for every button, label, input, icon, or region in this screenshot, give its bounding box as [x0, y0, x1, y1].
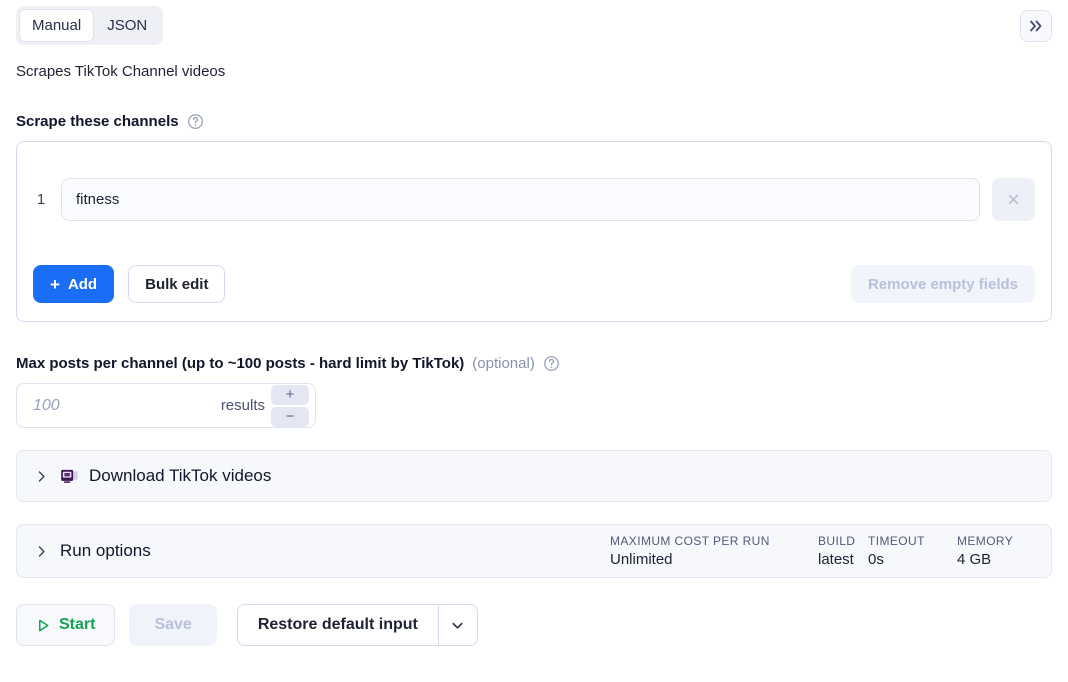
array-actions: + Add Bulk edit Remove empty fields	[33, 265, 1035, 303]
bottom-toolbar: Start Save Restore default input	[16, 604, 1052, 646]
decrement-button[interactable]: −	[271, 406, 309, 427]
stat-value: latest	[818, 551, 854, 568]
stat-value: 4 GB	[957, 551, 992, 568]
help-circle-icon[interactable]	[187, 113, 204, 130]
max-posts-input[interactable]	[31, 395, 221, 416]
help-circle-icon[interactable]	[543, 355, 560, 372]
section-download-tiktok-videos[interactable]: Download TikTok videos	[16, 450, 1052, 502]
chevron-down-icon	[450, 618, 465, 633]
bulk-edit-button[interactable]: Bulk edit	[128, 265, 226, 303]
stat-label: MAXIMUM COST PER RUN	[610, 534, 770, 548]
close-icon	[1006, 192, 1021, 207]
stat-memory: MEMORY 4 GB	[957, 534, 1033, 568]
tab-json[interactable]: JSON	[94, 9, 160, 42]
max-posts-number-field: results + −	[16, 383, 316, 428]
chevrons-right-icon	[1028, 18, 1044, 34]
input-config-page: Manual JSON Scrapes TikTok Channel video…	[0, 0, 1068, 682]
add-button[interactable]: + Add	[33, 265, 115, 303]
stat-label: BUILD	[818, 534, 856, 548]
quantity-stepper: + −	[271, 384, 309, 427]
stat-build: BUILD latest	[818, 534, 868, 568]
save-button[interactable]: Save	[129, 604, 217, 646]
restore-default-input-split-button: Restore default input	[236, 604, 478, 646]
run-options-stats: MAXIMUM COST PER RUN Unlimited BUILD lat…	[610, 534, 1033, 568]
stat-value: Unlimited	[610, 551, 673, 568]
chevron-right-icon	[35, 545, 48, 558]
restore-default-input-button[interactable]: Restore default input	[236, 604, 438, 646]
stat-label: TIMEOUT	[868, 534, 925, 548]
start-button[interactable]: Start	[16, 604, 116, 646]
run-options-title: Run options	[60, 541, 151, 560]
editor-mode-tabs: Manual JSON	[16, 6, 164, 45]
play-icon	[36, 618, 51, 633]
array-row: 1	[33, 178, 1035, 221]
remove-row-button[interactable]	[992, 178, 1035, 221]
add-button-label: Add	[67, 275, 98, 293]
max-posts-label-text: Max posts per channel (up to ~100 posts …	[16, 355, 465, 372]
results-suffix: results	[220, 397, 265, 414]
stat-timeout: TIMEOUT 0s	[868, 534, 957, 568]
restore-options-dropdown-button[interactable]	[437, 604, 478, 646]
video-collection-icon	[60, 468, 79, 485]
section-title: Download TikTok videos	[89, 466, 272, 485]
optional-marker: (optional)	[472, 355, 535, 372]
chevron-right-icon	[35, 470, 48, 483]
top-bar: Manual JSON	[16, 0, 1052, 46]
increment-button[interactable]: +	[271, 384, 309, 405]
actor-description: Scrapes TikTok Channel videos	[16, 63, 226, 80]
collapse-panel-button[interactable]	[1020, 9, 1052, 42]
section-run-options[interactable]: Run options MAXIMUM COST PER RUN Unlimit…	[16, 524, 1052, 578]
stat-maximum-cost-per-run: MAXIMUM COST PER RUN Unlimited	[610, 534, 818, 568]
plus-icon: +	[50, 274, 60, 294]
channels-field-label: Scrape these channels	[16, 113, 1052, 130]
channels-array-editor: 1 + Add Bulk edit Remove empty fields	[16, 141, 1052, 322]
max-posts-field-label: Max posts per channel (up to ~100 posts …	[16, 355, 1052, 372]
channels-label-text: Scrape these channels	[16, 113, 179, 130]
channel-input[interactable]	[61, 178, 980, 221]
stat-label: MEMORY	[957, 534, 1014, 548]
tab-manual[interactable]: Manual	[19, 9, 95, 42]
remove-empty-fields-button[interactable]: Remove empty fields	[850, 265, 1035, 303]
stat-value: 0s	[868, 551, 884, 568]
row-index: 1	[36, 191, 46, 208]
start-button-label: Start	[59, 616, 96, 633]
